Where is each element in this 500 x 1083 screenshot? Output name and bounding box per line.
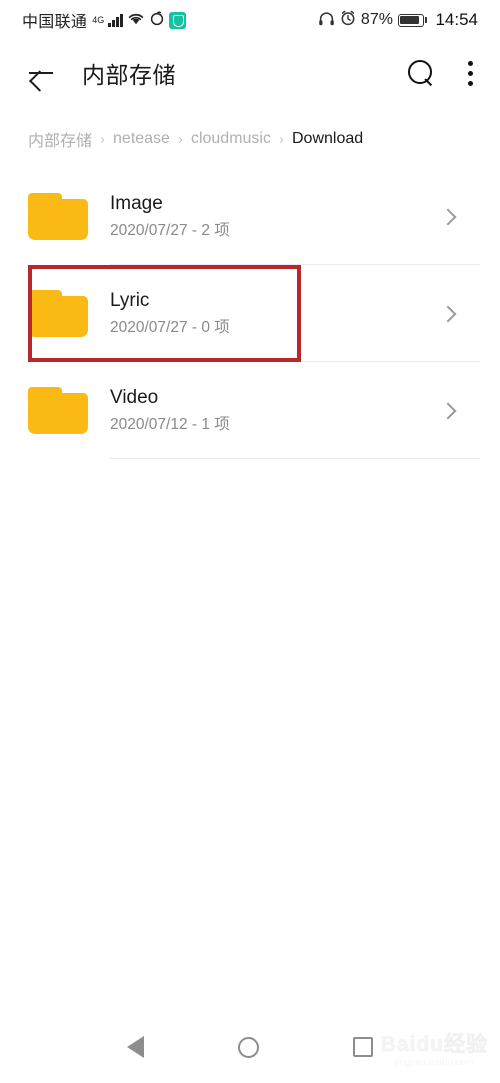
breadcrumb: 内部存储 › netease › cloudmusic › Download: [0, 122, 500, 156]
file-name: Video: [110, 387, 159, 409]
file-row-video[interactable]: Video 2020/07/12 - 1 项: [0, 362, 500, 459]
headphone-icon: [318, 11, 335, 30]
file-subtitle: 2020/07/12 - 1 项: [110, 415, 230, 433]
breadcrumb-separator: ›: [100, 130, 105, 148]
search-icon[interactable]: [406, 58, 436, 88]
page-title: 内部存储: [82, 62, 176, 88]
chevron-right-icon[interactable]: [439, 305, 457, 322]
file-meta: Video 2020/07/12 - 1 项: [110, 387, 230, 433]
breadcrumb-item-1[interactable]: netease: [113, 130, 170, 148]
file-name: Lyric: [110, 290, 150, 312]
nav-home-icon[interactable]: [238, 1036, 259, 1058]
back-arrow-icon[interactable]: [26, 58, 56, 88]
navigation-bar: [0, 1011, 500, 1083]
file-list: Image 2020/07/27 - 2 项 Lyric 2020/07/27 …: [0, 168, 500, 459]
breadcrumb-item-2[interactable]: cloudmusic: [191, 130, 271, 148]
data-saver-icon: [149, 10, 165, 30]
file-row-lyric[interactable]: Lyric 2020/07/27 - 0 项: [0, 265, 500, 362]
chevron-right-icon[interactable]: [439, 208, 457, 225]
phone-screen: 中国联通 4G 87% 14:54 内部存储 内部存储 › netease › …: [0, 0, 500, 1083]
overflow-menu-icon[interactable]: [468, 60, 474, 86]
folder-icon: [28, 193, 88, 240]
chevron-right-icon[interactable]: [439, 402, 457, 419]
app-bar: 内部存储: [0, 42, 500, 104]
file-row-image[interactable]: Image 2020/07/27 - 2 项: [0, 168, 500, 265]
breadcrumb-separator: ›: [178, 130, 183, 148]
file-meta: Image 2020/07/27 - 2 项: [110, 193, 230, 239]
battery-icon: [397, 13, 428, 27]
file-subtitle: 2020/07/27 - 2 项: [110, 221, 230, 239]
alarm-icon: [340, 10, 356, 30]
network-type-label: 4G: [92, 15, 105, 25]
folder-icon: [28, 387, 88, 434]
battery-percent-label: 87%: [360, 11, 393, 28]
carrier-label: 中国联通: [22, 14, 88, 31]
miui-security-icon: [168, 11, 186, 29]
nav-back-icon[interactable]: [127, 1036, 144, 1058]
app-bar-actions: [406, 58, 474, 88]
breadcrumb-item-0[interactable]: 内部存储: [28, 127, 92, 151]
breadcrumb-separator: ›: [279, 130, 284, 148]
status-bar-left: 中国联通 4G: [22, 8, 186, 32]
status-bar: 中国联通 4G 87% 14:54: [0, 0, 500, 40]
file-subtitle: 2020/07/27 - 0 项: [110, 318, 230, 336]
breadcrumb-item-3[interactable]: Download: [292, 130, 363, 148]
file-meta: Lyric 2020/07/27 - 0 项: [110, 290, 230, 336]
status-bar-right: 87% 14:54: [318, 10, 478, 30]
nav-recents-icon[interactable]: [353, 1037, 373, 1057]
signal-bars-icon: [108, 13, 123, 27]
wifi-icon: [127, 11, 145, 29]
clock-label: 14:54: [435, 10, 478, 29]
folder-icon: [28, 290, 88, 337]
file-name: Image: [110, 193, 163, 215]
